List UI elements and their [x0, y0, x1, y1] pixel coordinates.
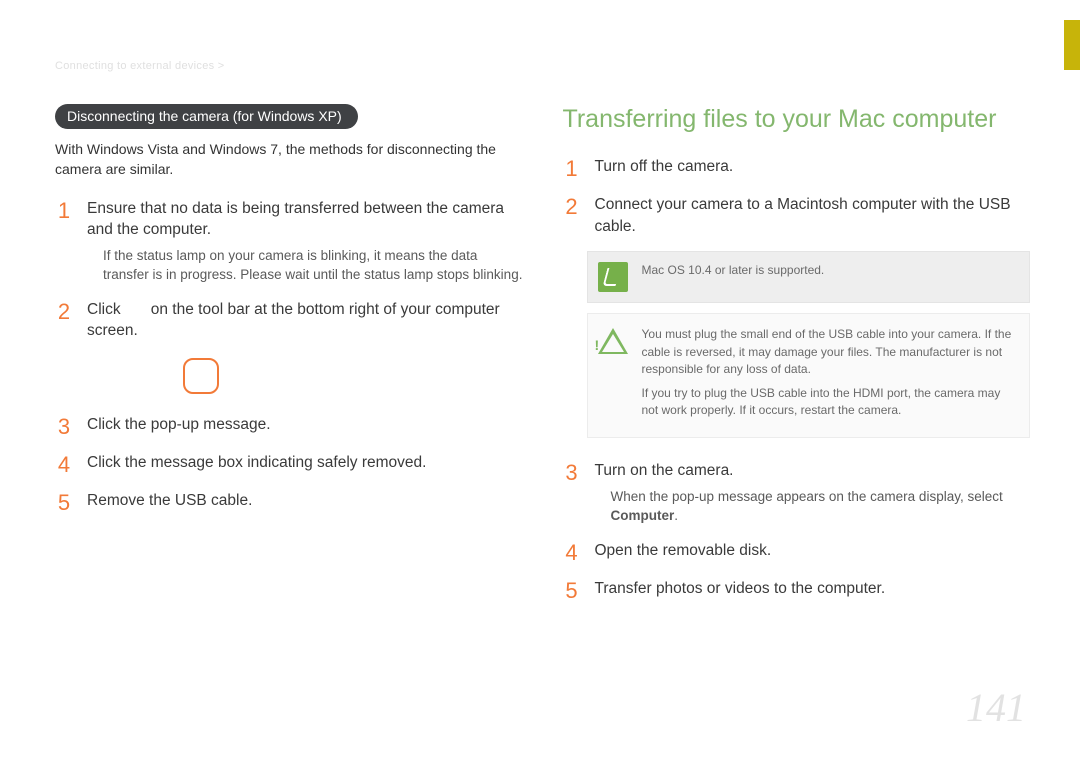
- step-text: Connect your camera to a Macintosh compu…: [595, 194, 1031, 237]
- step-subtext: When the pop-up message appears on the c…: [595, 488, 1031, 526]
- step-text: Turn off the camera.: [595, 156, 734, 180]
- intro-text: With Windows Vista and Windows 7, the me…: [55, 139, 523, 180]
- step-1: 1 Ensure that no data is being transferr…: [55, 198, 523, 285]
- step-4: 4 Click the message box indicating safel…: [55, 452, 523, 476]
- step-number: 5: [55, 490, 73, 514]
- step-number: 3: [563, 460, 581, 525]
- step-text: Remove the USB cable.: [87, 490, 252, 514]
- step-2: 2 Click on the tool bar at the bottom ri…: [55, 299, 523, 342]
- page-number: 141: [966, 684, 1026, 731]
- warning-box: ! You must plug the small end of the USB…: [587, 313, 1031, 438]
- right-column: Transferring files to your Mac computer …: [563, 104, 1031, 616]
- step-number: 2: [55, 299, 73, 342]
- step-number: 4: [563, 540, 581, 564]
- step-body: Turn on the camera. When the pop-up mess…: [595, 460, 1031, 525]
- warning-triangle-icon: !: [598, 326, 628, 356]
- sub-prefix: When the pop-up message appears on the c…: [611, 489, 1003, 504]
- sub-bold: Computer: [611, 508, 675, 523]
- toolbar-icon-placeholder: [125, 301, 147, 318]
- rounded-square-icon: [183, 358, 219, 394]
- left-column: Disconnecting the camera (for Windows XP…: [55, 104, 523, 616]
- step-number: 1: [55, 198, 73, 285]
- callout-icon-slot: [55, 356, 523, 396]
- step-text: Ensure that no data is being transferred…: [87, 200, 504, 239]
- step-4: 4 Open the removable disk.: [563, 540, 1031, 564]
- two-column-layout: Disconnecting the camera (for Windows XP…: [55, 104, 1030, 616]
- step-5: 5 Transfer photos or videos to the compu…: [563, 578, 1031, 602]
- breadcrumb: Connecting to external devices >: [55, 60, 1030, 72]
- step-text: Open the removable disk.: [595, 540, 772, 564]
- step-number: 1: [563, 156, 581, 180]
- step-text: Turn on the camera.: [595, 462, 734, 479]
- step-number: 4: [55, 452, 73, 476]
- step-subtext: If the status lamp on your camera is bli…: [87, 247, 523, 285]
- step-1: 1 Turn off the camera.: [563, 156, 1031, 180]
- step-text: Transfer photos or videos to the compute…: [595, 578, 886, 602]
- step-text: Click the message box indicating safely …: [87, 452, 426, 476]
- step-3: 3 Click the pop-up message.: [55, 414, 523, 438]
- page: Connecting to external devices > Disconn…: [0, 0, 1080, 765]
- note-box: Mac OS 10.4 or later is supported.: [587, 251, 1031, 303]
- sub-suffix: .: [674, 508, 678, 523]
- step-2: 2 Connect your camera to a Macintosh com…: [563, 194, 1031, 237]
- warning-line-1: You must plug the small end of the USB c…: [642, 326, 1016, 378]
- step-body: Ensure that no data is being transferred…: [87, 198, 523, 285]
- section-heading: Transferring files to your Mac computer: [563, 104, 1031, 134]
- step-5: 5 Remove the USB cable.: [55, 490, 523, 514]
- step-text: Click the pop-up message.: [87, 414, 271, 438]
- note-text: Mac OS 10.4 or later is supported.: [642, 262, 825, 279]
- step-number: 5: [563, 578, 581, 602]
- step-number: 3: [55, 414, 73, 438]
- warning-line-2: If you try to plug the USB cable into th…: [642, 385, 1016, 420]
- subsection-pill: Disconnecting the camera (for Windows XP…: [55, 104, 358, 129]
- step-body: Click on the tool bar at the bottom righ…: [87, 299, 523, 342]
- pen-note-icon: [598, 262, 628, 292]
- warning-text: You must plug the small end of the USB c…: [642, 326, 1016, 425]
- step-3: 3 Turn on the camera. When the pop-up me…: [563, 460, 1031, 525]
- step-text-suffix: on the tool bar at the bottom right of y…: [87, 301, 500, 340]
- section-color-tab: [1064, 20, 1080, 70]
- step-number: 2: [563, 194, 581, 237]
- step-text-prefix: Click: [87, 301, 125, 318]
